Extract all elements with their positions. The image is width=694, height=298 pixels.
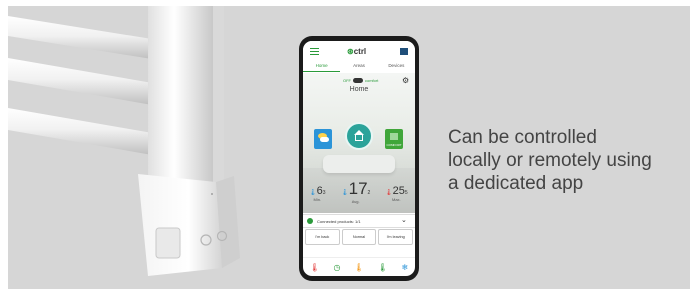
room-background: OFF comfort ⚙ Home COMFORT 🌡63 Min. 🌡172… [303,73,415,213]
caption-line-3: a dedicated app [448,173,584,194]
temp-avg-value: 17 [348,179,368,198]
temp-max-value: 25 [392,185,405,197]
caption-line-1: Can be controlled [448,127,597,148]
temp-max: 🌡255 Max. [385,185,408,202]
bottom-navigation: 🌡 ◷ 🌡 🌡 ❄ [303,257,415,276]
smartphone: ⊛ctrl Home Areas Devices OFF comfort ⚙ Ho… [299,36,419,281]
snowflake-icon[interactable]: ❄ [401,263,408,272]
gear-icon[interactable]: ⚙ [402,76,409,85]
caption-line-2: locally or remotely using [448,150,652,171]
app-logo: ⊛ctrl [347,47,366,56]
thermometer-red-icon: 🌡 [385,190,393,196]
connected-products-text: Connected products: 1/1 [317,218,361,224]
connected-products-row[interactable]: Connected products: 1/1 ⌄ [303,214,415,228]
tab-home[interactable]: Home [303,61,341,72]
normal-button[interactable]: Normal [341,229,377,245]
temp-min-label: Min. [313,197,322,202]
thermometer-red-icon[interactable]: 🌡 [310,263,320,272]
feature-caption: Can be controlled locally or remotely us… [448,126,688,195]
home-button[interactable] [345,122,373,150]
temp-max-label: Max. [391,197,401,202]
temperature-summary: 🌡63 Min. 🌡172 Avg. 🌡255 Max. [303,177,415,207]
radiator-icon [390,133,398,140]
home-title: Home [349,86,369,93]
comfort-mode-label: COMFORT [386,143,402,147]
book-icon[interactable] [400,48,408,55]
thermometer-orange-icon[interactable]: 🌡 [354,263,364,272]
radiator-illustration [8,6,240,276]
temp-avg: 🌡172 Avg. [341,179,370,204]
stage: ⊛ctrl Home Areas Devices OFF comfort ⚙ Ho… [0,0,694,298]
im-back-button[interactable]: I'm back [305,229,340,245]
temp-avg-decimal: 2 [367,190,371,196]
im-leaving-button[interactable]: I'm leaving [378,229,414,245]
toggle-switch[interactable] [353,78,363,84]
chevron-down-icon[interactable]: ⌄ [401,216,407,224]
temp-min: 🌡63 Min. [309,185,326,202]
comfort-mode-tile[interactable]: COMFORT [385,129,403,149]
mode-off-label: OFF [343,78,351,83]
hamburger-menu-icon[interactable] [310,48,319,55]
app-screen: ⊛ctrl Home Areas Devices OFF comfort ⚙ Ho… [303,41,415,276]
tab-devices[interactable]: Devices [378,61,415,72]
logo-text: ctrl [353,47,367,56]
tab-areas[interactable]: Areas [340,61,377,72]
mode-buttons: I'm back Normal I'm leaving [305,229,414,245]
mode-toggle-row[interactable]: OFF comfort [343,78,379,84]
mode-on-label: comfort [365,78,379,83]
wifi-icon [307,218,313,224]
app-tabs: Home Areas Devices [303,61,415,72]
cloud-icon [320,137,329,142]
temp-max-decimal: 5 [404,190,408,196]
weather-tile[interactable] [314,129,332,149]
thermometer-blue-icon: 🌡 [309,190,317,196]
thermometer-icon: 🌡 [341,190,349,196]
product-panel: ⊛ctrl Home Areas Devices OFF comfort ⚙ Ho… [8,6,690,289]
thermometer-green-icon[interactable]: 🌡 [378,263,388,272]
temp-avg-label: Avg. [351,199,360,204]
app-header: ⊛ctrl [303,41,415,61]
sofa-image [323,155,395,173]
house-icon [355,135,363,141]
temp-min-decimal: 3 [322,190,326,196]
logo-mark-icon: ⊛ [347,47,354,56]
clock-icon[interactable]: ◷ [334,263,341,272]
